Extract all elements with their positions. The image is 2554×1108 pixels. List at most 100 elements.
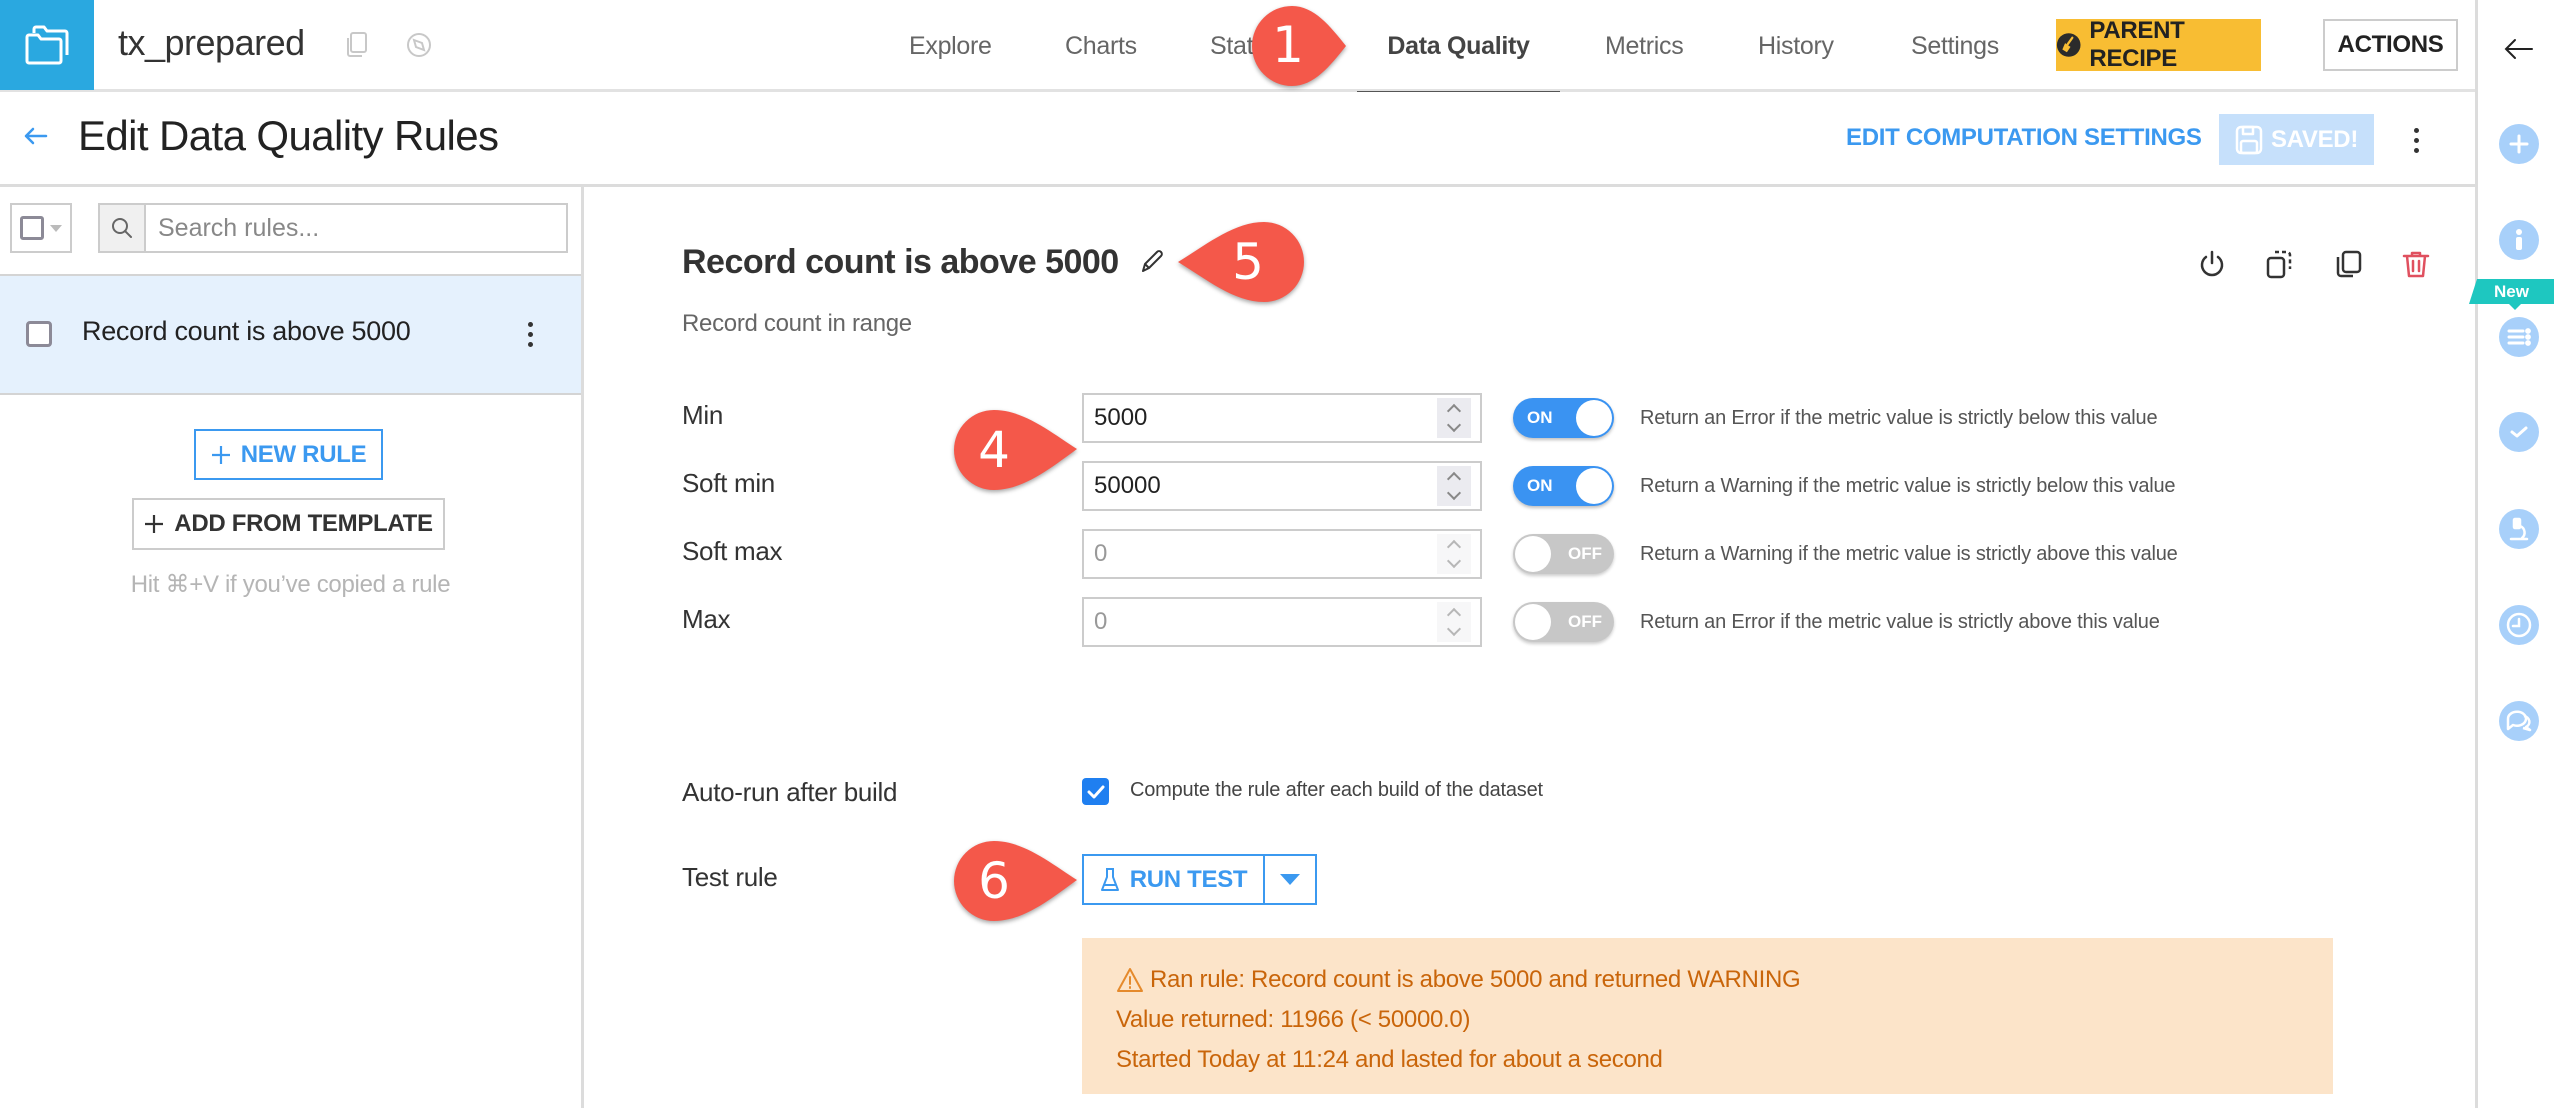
sidebar-discussions-button[interactable] (2499, 701, 2539, 741)
min-spinner[interactable] (1437, 398, 1471, 438)
search-rules-input[interactable] (146, 205, 566, 251)
explore-compass-button[interactable] (404, 30, 434, 60)
select-all-checkbox[interactable] (20, 216, 44, 240)
min-toggle[interactable]: ON (1513, 398, 1614, 438)
max-label: Max (682, 604, 731, 634)
soft-max-toggle[interactable]: OFF (1513, 534, 1614, 574)
soft-max-spinner[interactable] (1437, 534, 1471, 574)
tab-history[interactable]: History (1758, 0, 1834, 92)
paste-rule-hint: Hit ⌘+V if you’ve copied a rule (130, 571, 451, 598)
tab-data-quality[interactable]: Data Quality (1357, 0, 1560, 95)
tab-settings[interactable]: Settings (1911, 0, 1999, 92)
folder-icon (25, 25, 69, 65)
parent-recipe-label: PARENT RECIPE (2089, 17, 2185, 72)
rule-item-menu-button[interactable] (520, 314, 540, 354)
save-icon (2235, 125, 2263, 154)
callout-badge-5: 5 (1178, 221, 1304, 303)
autorun-label: Auto-run after build (682, 777, 898, 807)
callout-number: 1 (1272, 16, 1304, 74)
sidebar-lab-button[interactable] (2499, 509, 2539, 549)
compass-icon (407, 33, 431, 57)
edit-rule-name-button[interactable] (1138, 248, 1166, 276)
soft-min-toggle-label: ON (1527, 476, 1553, 495)
toggle-knob (1515, 536, 1551, 572)
actions-button[interactable]: ACTIONS (2323, 19, 2458, 71)
autorun-checkbox[interactable] (1082, 778, 1109, 805)
soft-min-toggle[interactable]: ON (1513, 466, 1614, 506)
delete-rule-button[interactable] (2399, 247, 2433, 281)
chevron-down-icon (1446, 417, 1462, 433)
top-navigation-bar: tx_prepared Explore Charts Statistics Da… (0, 0, 2475, 95)
soft-max-input-box (1082, 529, 1482, 579)
run-test-button[interactable]: RUN TEST (1084, 856, 1265, 903)
copy-dataset-button[interactable] (342, 30, 372, 60)
sidebar-data-quality-button[interactable] (2499, 412, 2539, 452)
min-label: Min (682, 400, 723, 430)
power-icon (2200, 250, 2224, 277)
add-from-template-label: ADD FROM TEMPLATE (174, 510, 433, 537)
flask-icon (1100, 867, 1119, 891)
saved-button[interactable]: SAVED! (2219, 114, 2374, 165)
soft-max-label: Soft max (682, 536, 783, 566)
sidebar-add-button[interactable] (2499, 124, 2539, 164)
min-input[interactable] (1084, 404, 1437, 432)
soft-min-input[interactable] (1084, 472, 1437, 500)
caret-down-icon (50, 224, 62, 232)
run-test-options-button[interactable] (1265, 856, 1315, 903)
kebab-dot (527, 341, 533, 347)
rule-item-checkbox[interactable] (26, 321, 52, 347)
sidebar-info-button[interactable] (2499, 220, 2539, 260)
rule-type: Record count in range (682, 310, 912, 337)
tab-charts[interactable]: Charts (1065, 0, 1137, 92)
arrow-left-icon (2504, 39, 2533, 59)
info-icon (2516, 229, 2522, 250)
new-rule-button[interactable]: NEW RULE (194, 429, 383, 480)
callout-badge-6: 6 (954, 840, 1077, 922)
chevron-up-icon (1446, 607, 1462, 623)
plus-icon (211, 445, 230, 464)
page-header: Edit Data Quality Rules EDIT COMPUTATION… (0, 92, 2475, 187)
run-test-split-button: RUN TEST (1082, 854, 1317, 905)
max-spinner[interactable] (1437, 602, 1471, 642)
new-badge-pointer (2508, 303, 2522, 310)
max-input[interactable] (1084, 608, 1437, 636)
toggle-rule-enabled-button[interactable] (2195, 247, 2229, 281)
result-value: Value returned: 11966 (< 50000.0) (1116, 1006, 1471, 1033)
copy-rule-button[interactable] (2331, 247, 2365, 281)
edit-computation-settings-link[interactable]: EDIT COMPUTATION SETTINGS (1846, 124, 2202, 152)
rule-list-item[interactable]: Record count is above 5000 (0, 274, 581, 395)
dataset-name: tx_prepared (118, 22, 305, 63)
search-rules-box (98, 203, 568, 253)
tab-explore[interactable]: Explore (909, 0, 992, 92)
search-icon (112, 218, 132, 238)
dataset-folder-button[interactable] (0, 0, 94, 90)
soft-min-spinner[interactable] (1437, 466, 1471, 506)
more-options-button[interactable] (2402, 122, 2430, 158)
add-from-template-button[interactable]: ADD FROM TEMPLATE (132, 498, 445, 550)
collapse-sidebar-button[interactable] (2502, 34, 2536, 64)
search-icon-container (100, 205, 146, 251)
saved-label: SAVED! (2270, 125, 2359, 153)
arrow-left-icon (24, 127, 48, 145)
test-result-warning: Ran rule: Record count is above 5000 and… (1082, 938, 2333, 1094)
soft-min-help-text: Return a Warning if the metric value is … (1640, 475, 2176, 497)
tab-metrics[interactable]: Metrics (1605, 0, 1684, 92)
max-toggle[interactable]: OFF (1513, 602, 1614, 642)
sidebar-history-button[interactable] (2499, 605, 2539, 645)
toggle-knob (1515, 604, 1551, 640)
kebab-dot (2413, 127, 2419, 133)
callout-badge-4: 4 (954, 409, 1077, 491)
parent-recipe-button[interactable]: PARENT RECIPE (2056, 17, 2261, 72)
check-icon (2510, 426, 2528, 438)
duplicate-rule-button[interactable] (2263, 247, 2297, 281)
select-all-dropdown[interactable] (10, 203, 72, 253)
callout-number: 6 (978, 852, 1010, 910)
back-button[interactable] (20, 120, 52, 152)
toggle-knob (1576, 400, 1612, 436)
test-rule-label: Test rule (682, 862, 778, 892)
soft-max-input[interactable] (1084, 540, 1437, 568)
autorun-help-text: Compute the rule after each build of the… (1130, 779, 1543, 801)
sidebar-details-button[interactable] (2499, 317, 2539, 357)
chevron-up-icon (1446, 539, 1462, 555)
kebab-dot (2413, 147, 2419, 153)
